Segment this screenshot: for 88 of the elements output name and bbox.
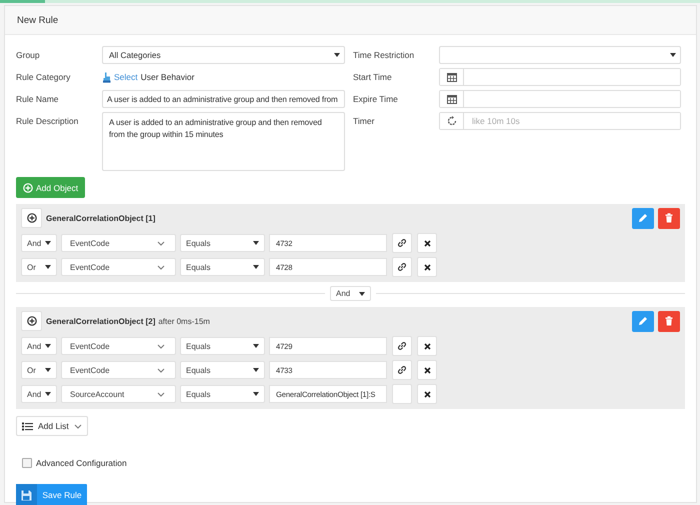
caret-down-icon — [45, 343, 51, 349]
remove-button[interactable] — [417, 360, 437, 380]
list-icon — [22, 422, 33, 430]
object-name: GeneralCorrelationObject [2] — [46, 316, 156, 326]
remove-button[interactable] — [417, 336, 437, 356]
select-field[interactable]: All Categories — [102, 46, 345, 64]
caret-down-icon — [253, 391, 259, 397]
chevron-down-icon — [74, 424, 82, 428]
caret-down-icon — [253, 264, 259, 270]
pencil-icon — [638, 316, 648, 326]
trash-icon — [664, 316, 674, 326]
plus-circle-icon — [26, 213, 36, 223]
link-icon — [397, 262, 407, 272]
caret-down-icon — [45, 391, 51, 397]
delete-button[interactable] — [658, 208, 680, 228]
text-area[interactable]: A user is added to an administrative group and then removed from the group within 15 minutes — [102, 112, 345, 171]
link-icon — [397, 341, 407, 351]
operator-select[interactable]: Equals — [180, 385, 265, 403]
chevron-down-icon — [157, 240, 165, 246]
pointer-hand-icon — [102, 72, 111, 82]
caret-down-icon — [45, 240, 51, 246]
caret-down-icon — [359, 290, 365, 296]
object-name: GeneralCorrelationObject [1] — [46, 214, 156, 222]
add-condition-button[interactable] — [21, 208, 42, 228]
chevron-down-icon — [157, 344, 165, 348]
caret-down-icon — [670, 52, 676, 58]
field-label: Time Restriction — [353, 49, 416, 60]
link-button[interactable] — [392, 336, 412, 356]
pencil-icon — [638, 213, 648, 223]
caret-down-icon — [253, 343, 259, 349]
close-icon — [424, 240, 430, 246]
close-icon — [424, 366, 430, 374]
field-label: Group — [16, 49, 41, 60]
field-label: Rule Description — [16, 115, 80, 126]
edit-button[interactable] — [632, 208, 654, 228]
delete-button[interactable] — [658, 310, 680, 332]
join-select[interactable]: And — [21, 337, 57, 355]
field-select[interactable]: SourceAccount — [61, 385, 176, 403]
operator-select[interactable]: Equals — [180, 337, 265, 355]
operator-select[interactable]: Equals — [180, 258, 265, 276]
field-label: Rule Category — [16, 71, 72, 82]
remove-button[interactable] — [417, 257, 437, 277]
join-select[interactable]: And — [21, 234, 57, 252]
operator-select[interactable]: Equals — [180, 234, 265, 252]
field-label: Timer — [353, 115, 376, 126]
panel-title: New Rule — [17, 14, 58, 26]
field-select[interactable]: EventCode — [61, 258, 176, 276]
close-icon — [424, 264, 430, 270]
field-label: Expire Time — [353, 93, 399, 104]
field-label: Rule Name — [16, 93, 60, 104]
chevron-down-icon — [157, 264, 165, 270]
add-condition-button[interactable] — [21, 311, 42, 331]
checkbox-label: Advanced Configuration — [36, 458, 127, 468]
select-field[interactable] — [439, 46, 681, 64]
field-select[interactable]: EventCode — [61, 361, 176, 379]
field-select[interactable]: EventCode — [61, 337, 176, 355]
chevron-down-icon — [157, 368, 165, 372]
join-select[interactable]: Or — [21, 361, 57, 379]
remove-button[interactable] — [417, 384, 437, 404]
caret-down-icon — [334, 52, 340, 58]
link-button[interactable] — [392, 257, 412, 277]
object-note: after 0ms-15m — [158, 316, 210, 326]
plus-circle-icon — [23, 182, 33, 192]
caret-down-icon — [45, 367, 51, 373]
operator-select[interactable]: Equals — [180, 361, 265, 379]
caret-down-icon — [45, 264, 51, 270]
add-list-button[interactable]: Add List — [16, 416, 88, 436]
caret-down-icon — [253, 367, 259, 373]
field-label: Start Time — [353, 71, 393, 82]
join-select[interactable]: And — [21, 385, 57, 403]
remove-button[interactable] — [417, 233, 437, 253]
link-button[interactable] — [392, 233, 412, 253]
input-field[interactable]: A user is added to an administrative group and then removed from — [102, 90, 345, 108]
caret-down-icon — [253, 240, 259, 246]
close-icon — [424, 390, 430, 398]
link-button[interactable] — [392, 360, 412, 380]
trash-icon — [664, 213, 674, 223]
edit-button[interactable] — [632, 310, 654, 332]
field-select[interactable]: EventCode — [61, 234, 176, 252]
checkbox[interactable] — [22, 458, 32, 468]
close-icon — [424, 342, 430, 350]
link-icon — [397, 365, 407, 375]
join-select[interactable]: Or — [21, 258, 57, 276]
join-select[interactable]: And — [330, 286, 371, 301]
chevron-down-icon — [157, 392, 165, 396]
plus-circle-icon — [26, 316, 36, 326]
category-value: User Behavior — [140, 72, 194, 82]
link-icon — [397, 238, 407, 248]
